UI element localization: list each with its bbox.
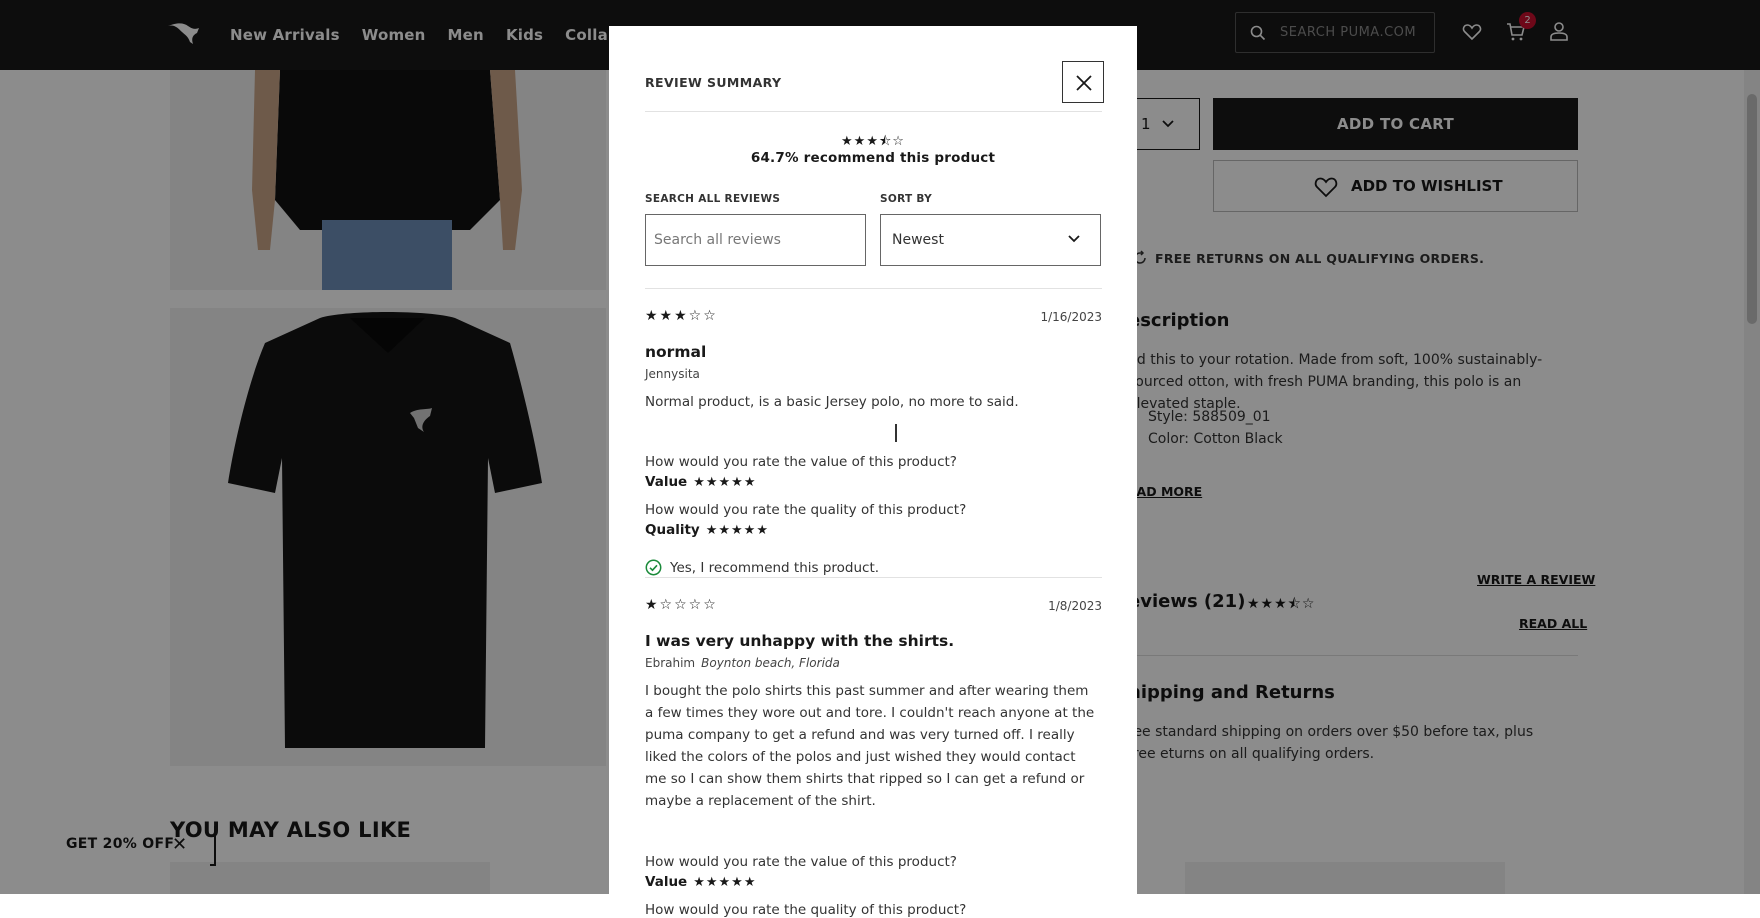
sort-by-value: Newest [892, 232, 944, 248]
value-rating: Value ★★★★★ [645, 474, 757, 490]
review-summary-modal: REVIEW SUMMARY ★★★⯪☆ 64.7% recommend thi… [609, 26, 1137, 918]
review-author: Ebrahim Boynton beach, Florida [645, 656, 840, 670]
value-question: How would you rate the value of this pro… [645, 854, 957, 870]
sort-by-label: SORT BY [880, 193, 933, 205]
review-item: ★☆☆☆☆ 1/8/2023 I was very unhappy with t… [645, 597, 1102, 918]
value-stars: ★★★★★ [693, 875, 757, 890]
quality-question: How would you rate the quality of this p… [645, 502, 967, 518]
divider [645, 288, 1102, 289]
quality-question: How would you rate the quality of this p… [645, 902, 967, 918]
review-body: Normal product, is a basic Jersey polo, … [645, 394, 1019, 410]
review-date: 1/16/2023 [1040, 310, 1102, 324]
review-item: ★★★☆☆ 1/16/2023 normal Jennysita Normal … [645, 308, 1102, 578]
value-rating: Value ★★★★★ [645, 874, 757, 890]
quality-label: Quality [645, 522, 700, 538]
search-reviews-input[interactable] [646, 215, 865, 265]
close-modal-button[interactable] [1062, 61, 1104, 103]
close-icon [1076, 75, 1092, 91]
quality-rating: Quality ★★★★★ [645, 522, 769, 538]
chevron-down-icon [1068, 235, 1080, 243]
search-reviews-field[interactable] [645, 214, 866, 266]
search-reviews-label: SEARCH ALL REVIEWS [645, 193, 781, 205]
recommend-text: Yes, I recommend this product. [670, 560, 880, 576]
review-title: I was very unhappy with the shirts. [645, 632, 955, 650]
modal-title: REVIEW SUMMARY [645, 75, 782, 90]
value-stars: ★★★★★ [693, 475, 757, 490]
review-author-name: Jennysita [645, 367, 700, 381]
sort-by-select[interactable]: Newest [880, 214, 1101, 266]
review-rating-stars: ★☆☆☆☆ [645, 597, 718, 613]
review-author: Jennysita [645, 367, 700, 381]
value-question: How would you rate the value of this pro… [645, 454, 957, 470]
text-cursor [895, 424, 897, 442]
divider [645, 577, 1102, 578]
review-location: Boynton beach, Florida [701, 656, 840, 670]
value-label: Value [645, 474, 688, 490]
recommend-percentage: 64.7% recommend this product [750, 150, 996, 166]
check-circle-icon [645, 559, 662, 576]
review-rating-stars: ★★★☆☆ [645, 308, 718, 324]
review-author-name: Ebrahim [645, 656, 696, 670]
quality-stars: ★★★★★ [705, 523, 769, 538]
review-date: 1/8/2023 [1048, 599, 1102, 613]
value-label: Value [645, 874, 688, 890]
divider [645, 111, 1102, 112]
review-title: normal [645, 343, 707, 361]
review-body: I bought the polo shirts this past summe… [645, 683, 1095, 809]
